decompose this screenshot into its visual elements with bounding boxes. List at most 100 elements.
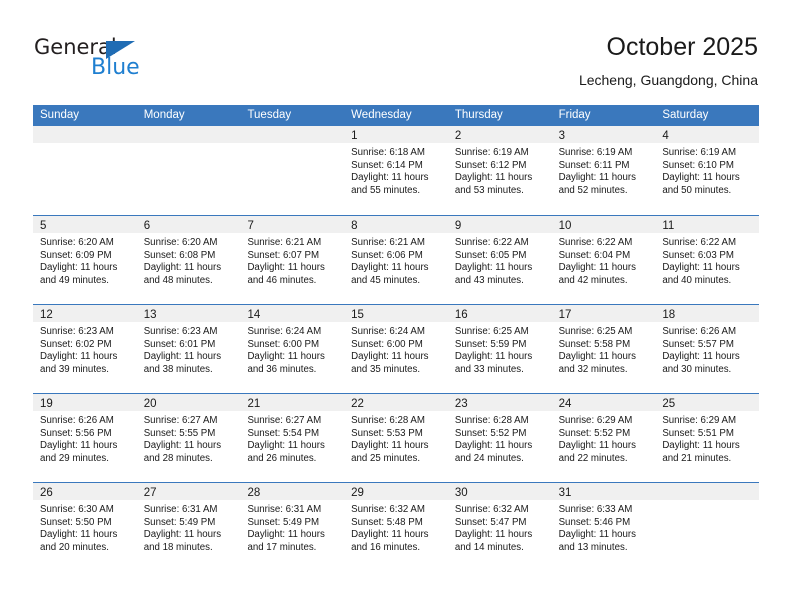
sunrise-text: Sunrise: 6:21 AM: [351, 237, 425, 248]
sunrise-text: Sunrise: 6:23 AM: [40, 326, 114, 337]
day-cell: [240, 126, 345, 215]
day-number-band: 5: [33, 216, 137, 233]
day-number-band: 10: [551, 216, 656, 233]
sunset-text: Sunset: 6:00 PM: [351, 338, 423, 350]
day-cell[interactable]: 9 Sunrise: 6:22 AM Sunset: 6:05 PM Dayli…: [447, 216, 552, 304]
day-number-band: 27: [136, 483, 241, 500]
sunset-text: Sunset: 5:46 PM: [558, 516, 631, 528]
day-info: Sunrise: 6:22 AM Sunset: 6:05 PM Dayligh…: [448, 233, 552, 287]
day-number-band: 2: [447, 126, 552, 143]
day-cell[interactable]: 17 Sunrise: 6:25 AM Sunset: 5:58 PM Dayl…: [551, 305, 656, 393]
day-cell[interactable]: 11 Sunrise: 6:22 AM Sunset: 6:03 PM Dayl…: [655, 216, 760, 304]
week-row: 19 Sunrise: 6:26 AM Sunset: 5:56 PM Dayl…: [33, 393, 760, 482]
day-cell[interactable]: 7 Sunrise: 6:21 AM Sunset: 6:07 PM Dayli…: [240, 216, 345, 304]
day-info: Sunrise: 6:19 AM Sunset: 6:11 PM Dayligh…: [552, 143, 656, 197]
day-cell[interactable]: 26 Sunrise: 6:30 AM Sunset: 5:50 PM Dayl…: [33, 483, 137, 571]
day-number-band: 13: [136, 305, 241, 322]
daylight-text: Daylight: 11 hours and 39 minutes.: [40, 351, 118, 375]
day-cell[interactable]: 16 Sunrise: 6:25 AM Sunset: 5:59 PM Dayl…: [447, 305, 552, 393]
day-cell[interactable]: 21 Sunrise: 6:27 AM Sunset: 5:54 PM Dayl…: [240, 394, 345, 482]
daylight-text: Daylight: 11 hours and 28 minutes.: [143, 440, 222, 464]
day-info: Sunrise: 6:28 AM Sunset: 5:52 PM Dayligh…: [448, 411, 552, 465]
day-cell[interactable]: 25 Sunrise: 6:29 AM Sunset: 5:51 PM Dayl…: [655, 394, 760, 482]
day-cell[interactable]: 10 Sunrise: 6:22 AM Sunset: 6:04 PM Dayl…: [551, 216, 656, 304]
day-info: Sunrise: 6:30 AM Sunset: 5:50 PM Dayligh…: [33, 500, 137, 554]
daylight-text: Daylight: 11 hours and 50 minutes.: [662, 172, 740, 196]
day-number-band: [136, 126, 241, 143]
calendar-page: General Blue October 2025 Lecheng, Guang…: [0, 0, 792, 612]
sunrise-text: Sunrise: 6:27 AM: [247, 415, 322, 426]
generalblue-logo[interactable]: General Blue: [34, 36, 194, 82]
sunset-text: Sunset: 6:08 PM: [143, 249, 216, 261]
day-info: Sunrise: 6:31 AM Sunset: 5:49 PM Dayligh…: [240, 500, 344, 554]
sunrise-text: Sunrise: 6:19 AM: [454, 147, 529, 158]
day-number: 15: [351, 309, 364, 321]
day-cell[interactable]: 4 Sunrise: 6:19 AM Sunset: 6:10 PM Dayli…: [655, 126, 760, 215]
weekday-header-wednesday: Wednesday: [351, 109, 412, 121]
day-cell[interactable]: 19 Sunrise: 6:26 AM Sunset: 5:56 PM Dayl…: [33, 394, 137, 482]
day-cell[interactable]: 30 Sunrise: 6:32 AM Sunset: 5:47 PM Dayl…: [447, 483, 552, 571]
day-info: Sunrise: 6:22 AM Sunset: 6:03 PM Dayligh…: [655, 233, 759, 287]
sunrise-text: Sunrise: 6:26 AM: [662, 326, 737, 337]
day-number-band: 6: [136, 216, 241, 233]
daylight-text: Daylight: 11 hours and 32 minutes.: [558, 351, 636, 375]
daylight-text: Daylight: 11 hours and 33 minutes.: [454, 351, 533, 375]
day-number-band: 7: [240, 216, 345, 233]
day-number-band: 4: [655, 126, 760, 143]
day-number-band: 18: [655, 305, 760, 322]
day-number-band: 17: [551, 305, 656, 322]
sunset-text: Sunset: 5:56 PM: [40, 427, 112, 439]
day-cell[interactable]: 28 Sunrise: 6:31 AM Sunset: 5:49 PM Dayl…: [240, 483, 345, 571]
sunrise-text: Sunrise: 6:22 AM: [558, 237, 633, 248]
sunset-text: Sunset: 5:49 PM: [247, 516, 320, 528]
day-cell[interactable]: 8 Sunrise: 6:21 AM Sunset: 6:06 PM Dayli…: [344, 216, 448, 304]
day-cell[interactable]: 27 Sunrise: 6:31 AM Sunset: 5:49 PM Dayl…: [136, 483, 241, 571]
day-cell[interactable]: 5 Sunrise: 6:20 AM Sunset: 6:09 PM Dayli…: [33, 216, 137, 304]
daylight-text: Daylight: 11 hours and 14 minutes.: [454, 529, 533, 553]
page-title: October 2025: [606, 33, 759, 61]
day-cell[interactable]: 18 Sunrise: 6:26 AM Sunset: 5:57 PM Dayl…: [655, 305, 760, 393]
day-number-band: [655, 483, 760, 500]
day-info: Sunrise: 6:25 AM Sunset: 5:59 PM Dayligh…: [448, 322, 552, 376]
sunset-text: Sunset: 5:55 PM: [143, 427, 216, 439]
day-cell[interactable]: 20 Sunrise: 6:27 AM Sunset: 5:55 PM Dayl…: [136, 394, 241, 482]
day-cell[interactable]: 2 Sunrise: 6:19 AM Sunset: 6:12 PM Dayli…: [447, 126, 552, 215]
sunrise-text: Sunrise: 6:27 AM: [143, 415, 218, 426]
week-row: 12 Sunrise: 6:23 AM Sunset: 6:02 PM Dayl…: [33, 304, 760, 393]
daylight-text: Daylight: 11 hours and 52 minutes.: [558, 172, 636, 196]
day-cell[interactable]: 13 Sunrise: 6:23 AM Sunset: 6:01 PM Dayl…: [136, 305, 241, 393]
day-cell[interactable]: 29 Sunrise: 6:32 AM Sunset: 5:48 PM Dayl…: [344, 483, 448, 571]
day-cell[interactable]: 14 Sunrise: 6:24 AM Sunset: 6:00 PM Dayl…: [240, 305, 345, 393]
sunset-text: Sunset: 5:50 PM: [40, 516, 112, 528]
day-cell[interactable]: 3 Sunrise: 6:19 AM Sunset: 6:11 PM Dayli…: [551, 126, 656, 215]
sunset-text: Sunset: 6:05 PM: [454, 249, 527, 261]
day-number: 19: [40, 398, 53, 410]
day-cell[interactable]: 23 Sunrise: 6:28 AM Sunset: 5:52 PM Dayl…: [447, 394, 552, 482]
sunset-text: Sunset: 5:49 PM: [143, 516, 216, 528]
day-number: 25: [662, 398, 676, 410]
day-cell[interactable]: 31 Sunrise: 6:33 AM Sunset: 5:46 PM Dayl…: [551, 483, 656, 571]
daylight-text: Daylight: 11 hours and 36 minutes.: [247, 351, 325, 375]
sunrise-text: Sunrise: 6:30 AM: [40, 504, 114, 515]
sunrise-text: Sunrise: 6:21 AM: [247, 237, 322, 248]
sunset-text: Sunset: 5:48 PM: [351, 516, 423, 528]
sunrise-text: Sunrise: 6:20 AM: [143, 237, 218, 248]
day-number-band: 26: [33, 483, 137, 500]
day-cell[interactable]: 12 Sunrise: 6:23 AM Sunset: 6:02 PM Dayl…: [33, 305, 137, 393]
day-cell[interactable]: 1 Sunrise: 6:18 AM Sunset: 6:14 PM Dayli…: [344, 126, 448, 215]
sunrise-text: Sunrise: 6:19 AM: [662, 147, 737, 158]
sunrise-text: Sunrise: 6:28 AM: [351, 415, 425, 426]
day-cell[interactable]: 22 Sunrise: 6:28 AM Sunset: 5:53 PM Dayl…: [344, 394, 448, 482]
sunrise-text: Sunrise: 6:29 AM: [558, 415, 633, 426]
sunset-text: Sunset: 6:06 PM: [351, 249, 423, 261]
sunrise-text: Sunrise: 6:31 AM: [143, 504, 218, 515]
day-cell[interactable]: 24 Sunrise: 6:29 AM Sunset: 5:52 PM Dayl…: [551, 394, 656, 482]
day-cell[interactable]: 6 Sunrise: 6:20 AM Sunset: 6:08 PM Dayli…: [136, 216, 241, 304]
sunrise-text: Sunrise: 6:23 AM: [143, 326, 218, 337]
sunset-text: Sunset: 5:52 PM: [454, 427, 527, 439]
day-info: Sunrise: 6:32 AM Sunset: 5:48 PM Dayligh…: [344, 500, 448, 554]
daylight-text: Daylight: 11 hours and 55 minutes.: [351, 172, 429, 196]
sunrise-text: Sunrise: 6:31 AM: [247, 504, 322, 515]
location-subtitle: Lecheng, Guangdong, China: [578, 72, 758, 88]
day-cell[interactable]: 15 Sunrise: 6:24 AM Sunset: 6:00 PM Dayl…: [344, 305, 448, 393]
